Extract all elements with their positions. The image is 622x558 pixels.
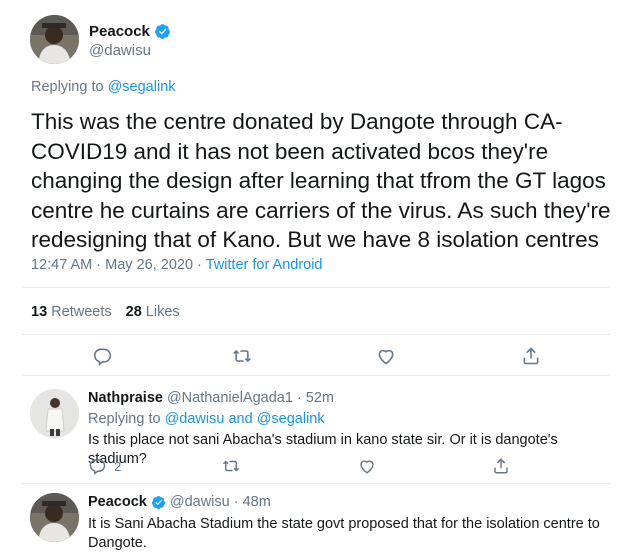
tweet-stats: 13 Retweets 28 Likes — [31, 304, 180, 320]
verified-badge-icon — [154, 24, 170, 39]
like-icon — [378, 349, 394, 365]
verified-badge-icon — [151, 495, 165, 509]
tweet-body-text: This was the centre donated by Dangote t… — [31, 109, 611, 252]
share-icon — [494, 458, 508, 474]
reply-author-handle[interactable]: @NathanielAgada1 — [167, 390, 293, 406]
share-button[interactable] — [492, 457, 510, 475]
tweet-meta: 12:47 AM · May 26, 2020 · Twitter for An… — [31, 257, 323, 273]
replying-prefix: Replying to — [88, 411, 161, 427]
reply-text: Is this place not sani Abacha's stadium … — [88, 432, 558, 467]
replying-and: and — [228, 411, 253, 427]
retweet-button[interactable] — [231, 346, 253, 366]
replying-to-link[interactable]: @segalink — [108, 79, 176, 95]
reply-avatar[interactable] — [30, 493, 79, 542]
reply-author-handle[interactable]: @dawisu — [170, 494, 230, 510]
retweet-button[interactable] — [221, 457, 241, 475]
reply-icon — [93, 348, 112, 366]
reply-count: 2 — [114, 458, 122, 474]
share-icon — [523, 347, 539, 365]
tweet-source-link[interactable]: Twitter for Android — [206, 257, 323, 273]
reply-replying-to: Replying to @dawisu and @segalink — [88, 411, 325, 427]
share-button[interactable] — [521, 346, 541, 366]
replying-to-link[interactable]: @segalink — [257, 411, 325, 427]
likes-count: 28 — [125, 304, 142, 320]
reply-time[interactable]: · 48m — [234, 494, 271, 510]
replying-to-link[interactable]: @dawisu — [165, 411, 225, 427]
author-handle[interactable]: @dawisu — [89, 42, 151, 59]
tweet-timestamp[interactable]: 12:47 AM · May 26, 2020 · — [31, 257, 206, 273]
divider — [22, 375, 610, 376]
reply-header: Peacock @dawisu · 48m — [88, 494, 271, 510]
likes-stat[interactable]: 28 Likes — [126, 304, 180, 320]
author-display-name[interactable]: Peacock — [89, 23, 150, 40]
reply-author-name[interactable]: Nathpraise — [88, 390, 163, 406]
like-button[interactable] — [358, 457, 376, 475]
reply-icon — [89, 459, 106, 475]
divider — [22, 483, 610, 484]
reply-time[interactable]: · 52m — [297, 390, 334, 406]
reply-author-name[interactable]: Peacock — [88, 494, 147, 510]
reply-button[interactable] — [92, 346, 112, 366]
main-tweet-author[interactable]: Peacock — [89, 23, 171, 40]
reply-header: Nathpraise @NathanielAgada1 · 52m — [88, 390, 334, 406]
divider — [22, 334, 610, 335]
replying-to-line: Replying to @segalink — [31, 79, 176, 95]
like-icon — [360, 460, 374, 474]
retweet-icon — [233, 349, 251, 363]
reply-text: It is Sani Abacha Stadium the state govt… — [88, 516, 600, 551]
reply-avatar[interactable] — [30, 389, 79, 438]
divider — [22, 287, 610, 288]
retweets-label: Retweets — [51, 304, 112, 320]
retweets-stat[interactable]: 13 Retweets — [31, 304, 112, 320]
reply-reply-button[interactable]: 2 — [88, 457, 121, 475]
retweet-icon — [222, 460, 240, 472]
replying-prefix: Replying to — [31, 79, 104, 95]
main-tweet-avatar[interactable] — [30, 15, 79, 64]
like-button[interactable] — [376, 346, 396, 366]
retweets-count: 13 — [31, 304, 48, 320]
likes-label: Likes — [145, 304, 180, 320]
